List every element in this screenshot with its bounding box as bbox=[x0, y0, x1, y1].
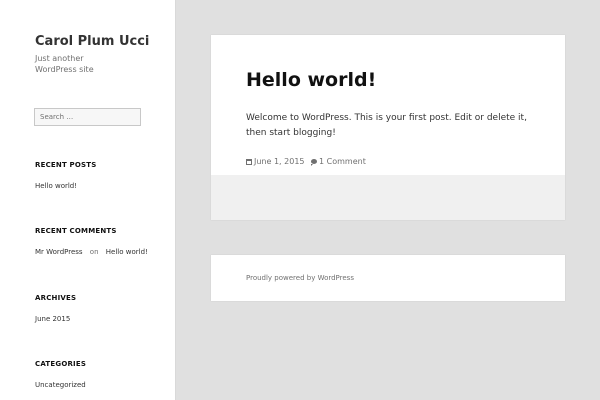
site-description: Just another WordPress site bbox=[35, 54, 94, 74]
recent-comment-item: Mr WordPress on Hello world! bbox=[35, 248, 148, 256]
comment-post-link[interactable]: Hello world! bbox=[106, 248, 148, 256]
post-footer bbox=[211, 175, 565, 220]
post-date[interactable]: June 1, 2015 bbox=[254, 157, 305, 166]
categories-heading: CATEGORIES bbox=[35, 360, 87, 368]
search-input[interactable] bbox=[34, 108, 141, 126]
comment-icon bbox=[311, 159, 317, 166]
comment-author-link[interactable]: Mr WordPress bbox=[35, 248, 83, 256]
recent-comments-heading: RECENT COMMENTS bbox=[35, 227, 117, 235]
post-date-meta[interactable]: June 1, 2015 bbox=[246, 157, 305, 166]
post-content: Welcome to WordPress. This is your first… bbox=[246, 113, 527, 138]
recent-posts-heading: RECENT POSTS bbox=[35, 161, 97, 169]
sidebar: Carol Plum Ucci Just another WordPress s… bbox=[0, 0, 176, 400]
post-card: Hello world! Welcome to WordPress. This … bbox=[211, 35, 565, 220]
post-comments-link[interactable]: 1 Comment bbox=[319, 157, 366, 166]
recent-post-link[interactable]: Hello world! bbox=[35, 182, 77, 190]
category-link[interactable]: Uncategorized bbox=[35, 381, 86, 389]
site-title[interactable]: Carol Plum Ucci bbox=[35, 34, 149, 49]
post-comments-meta[interactable]: 1 Comment bbox=[311, 157, 366, 166]
footer-credit-link[interactable]: Proudly powered by WordPress bbox=[246, 274, 354, 282]
archive-link[interactable]: June 2015 bbox=[35, 315, 70, 323]
calendar-icon bbox=[246, 158, 252, 165]
site-footer: Proudly powered by WordPress bbox=[211, 255, 565, 301]
archives-heading: ARCHIVES bbox=[35, 294, 77, 302]
comment-on-text: on bbox=[89, 248, 99, 256]
post-title[interactable]: Hello world! bbox=[246, 69, 376, 91]
